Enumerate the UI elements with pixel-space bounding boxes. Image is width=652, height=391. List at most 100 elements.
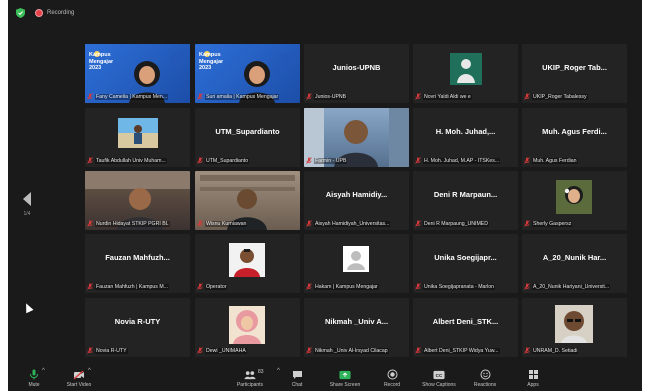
participant-tile[interactable]: Farmin - UPB	[304, 108, 409, 167]
participant-label: Suri amalia | Kampus Mengajar	[197, 92, 298, 101]
mic-muted-icon	[524, 220, 530, 227]
participant-tile[interactable]: Sherly Gaspersz	[522, 171, 627, 230]
participant-name: Fauzan Mahfuzh | Kampus M...	[95, 283, 169, 290]
participant-label: A_20_Nunik Hariyani_Universit...	[524, 282, 625, 291]
participant-name: Dewi _UNIMAHA	[205, 347, 247, 354]
participant-label: Unika Soegijapranata - Marlon	[415, 282, 516, 291]
participant-display-name: Junios-UPNB	[332, 63, 381, 72]
participant-tile[interactable]: Novri Yaldi Aldi we e	[413, 44, 518, 103]
share-button[interactable]: Share Screen	[325, 369, 365, 388]
participant-display-name: Kampus Mengajar 2023	[199, 52, 224, 71]
mic-muted-icon	[415, 347, 421, 354]
participant-tile[interactable]: Kampus Mengajar 2023 Fany Camelia | Kampu…	[85, 44, 190, 103]
top-bar: Recording	[8, 0, 642, 26]
record-label: Record	[383, 382, 401, 388]
participant-label: Operator	[197, 282, 298, 291]
reactions-button[interactable]: Reactions	[465, 369, 505, 388]
participant-tile[interactable]: Nikmah _Univ A... Nikmah _Univ Al-Irsyad …	[304, 298, 409, 357]
participant-name: Junios-UPNB	[314, 93, 348, 100]
participant-label: Fauzan Mahfuzh | Kampus M...	[87, 282, 188, 291]
participant-tile[interactable]: UNRAM_D. Setiadi	[522, 298, 627, 357]
mic-muted-icon	[197, 220, 203, 227]
reactions-icon	[479, 369, 491, 380]
caret-up-icon[interactable]: ^	[277, 368, 280, 374]
participant-display-name: Kampus Mengajar 2023	[89, 52, 114, 71]
participant-label: Junios-UPNB	[306, 92, 407, 101]
participant-label: Wisnu Kurniawan	[197, 219, 298, 228]
participant-label: Aisyah Hamidiyah_Universitas...	[306, 219, 407, 228]
captions-button[interactable]: CC Show Captions	[419, 369, 459, 388]
participant-tile[interactable]: H. Moh. Juhad,... H. Moh. Juhad, M.AP - I…	[413, 108, 518, 167]
participant-tile[interactable]: Muh. Agus Ferdi... Muh. Agus Ferdian	[522, 108, 627, 167]
mic-muted-icon	[524, 93, 530, 100]
caret-up-icon[interactable]: ^	[88, 368, 91, 374]
svg-text:CC: CC	[436, 372, 443, 377]
participant-tile[interactable]: Taufik Abdullah Univ Muham...	[85, 108, 190, 167]
participant-name: Taufik Abdullah Univ Muham...	[95, 157, 167, 164]
video-button[interactable]: Start Video	[59, 369, 99, 388]
apps-button[interactable]: Apps	[513, 369, 553, 388]
participant-label: Deni R Marpaung_UNIMED	[415, 219, 516, 228]
apps-icon	[527, 369, 539, 380]
participant-display-name: UTM_Supardianto	[215, 127, 280, 136]
participant-tile[interactable]: Novia R-UTY Novia R-UTY	[85, 298, 190, 357]
participant-label: Dewi _UNIMAHA	[197, 346, 298, 355]
mic-muted-icon	[306, 283, 312, 290]
participant-tile[interactable]: Unika Soegijapr... Unika Soegijapranata -…	[413, 234, 518, 293]
record-icon	[386, 369, 398, 380]
mute-button[interactable]: Mute	[14, 369, 54, 388]
participant-display-name	[195, 171, 300, 218]
page-indicator: 1/4	[23, 211, 31, 217]
participants-button[interactable]: Participants	[230, 369, 270, 388]
participant-display-name	[195, 234, 300, 281]
participant-tile[interactable]: Wisnu Kurniawan	[195, 171, 300, 230]
participant-tile[interactable]: Hakam | Kampus Mengajar	[304, 234, 409, 293]
participant-tile[interactable]: Junios-UPNB Junios-UPNB	[304, 44, 409, 103]
mouse-cursor-icon	[22, 301, 34, 314]
participant-label: Novri Yaldi Aldi we e	[415, 92, 516, 101]
participant-tile[interactable]: Nurdin Hidayat STKIP PGRI BL	[85, 171, 190, 230]
mic-muted-icon	[87, 93, 93, 100]
participant-tile[interactable]: UKIP_Roger Tab... UKIP_Roger Tabalessy	[522, 44, 627, 103]
caret-up-icon[interactable]: ^	[42, 368, 45, 374]
participant-label: UKIP_Roger Tabalessy	[524, 92, 625, 101]
participant-display-name	[413, 44, 518, 91]
share-label: Share Screen	[329, 382, 361, 388]
meeting-window: Recording Kampus Mengajar 2023 Fany Camel…	[8, 0, 642, 391]
participant-tile[interactable]: Kampus Mengajar 2023 Suri amalia | Kampus…	[195, 44, 300, 103]
participant-name: Operator	[205, 283, 228, 290]
shield-icon[interactable]	[16, 8, 25, 18]
mic-muted-icon	[415, 93, 421, 100]
mute-label: Mute	[28, 382, 40, 388]
participants-label: Participants	[236, 382, 264, 388]
participant-display-name	[522, 298, 627, 345]
apps-label: Apps	[527, 382, 539, 388]
mic-muted-icon	[87, 157, 93, 164]
participant-name: Fany Camelia | Kampus Men...	[95, 93, 169, 100]
participant-tile[interactable]: Dewi _UNIMAHA	[195, 298, 300, 357]
participant-tile[interactable]: A_20_Nunik Har... A_20_Nunik Hariyani_Uni…	[522, 234, 627, 293]
participant-tile[interactable]: UTM_Supardianto UTM_Supardianto	[195, 108, 300, 167]
mic-muted-icon	[197, 347, 203, 354]
previous-page-button[interactable]: 1/4	[18, 186, 36, 222]
mic-muted-icon	[415, 220, 421, 227]
participant-name: H. Moh. Juhad, M.AP - ITSKes...	[423, 157, 501, 164]
record-button[interactable]: Record	[372, 369, 412, 388]
participant-label: Muh. Agus Ferdian	[524, 156, 625, 165]
participant-display-name: Deni R Marpaun...	[433, 190, 498, 199]
participant-tile[interactable]: Operator	[195, 234, 300, 293]
participant-label: Farmin - UPB	[306, 156, 407, 165]
participant-tile[interactable]: Deni R Marpaun... Deni R Marpaung_UNIMED	[413, 171, 518, 230]
mic-muted-icon	[415, 157, 421, 164]
mic-muted-icon	[87, 220, 93, 227]
participant-tile[interactable]: Aisyah Hamidiy... Aisyah Hamidiyah_Univer…	[304, 171, 409, 230]
participant-name: Deni R Marpaung_UNIMED	[423, 220, 490, 227]
participant-tile[interactable]: Fauzan Mahfuzh... Fauzan Mahfuzh | Kampus…	[85, 234, 190, 293]
participant-display-name	[522, 171, 627, 218]
participant-label: UTM_Supardianto	[197, 156, 298, 165]
participants-icon	[244, 369, 256, 380]
chat-button[interactable]: Chat	[277, 369, 317, 388]
participant-display-name	[304, 234, 409, 281]
participant-tile[interactable]: Albert Deni_STK... Albert Deni_STKIP Widy…	[413, 298, 518, 357]
mic-muted-icon	[524, 157, 530, 164]
